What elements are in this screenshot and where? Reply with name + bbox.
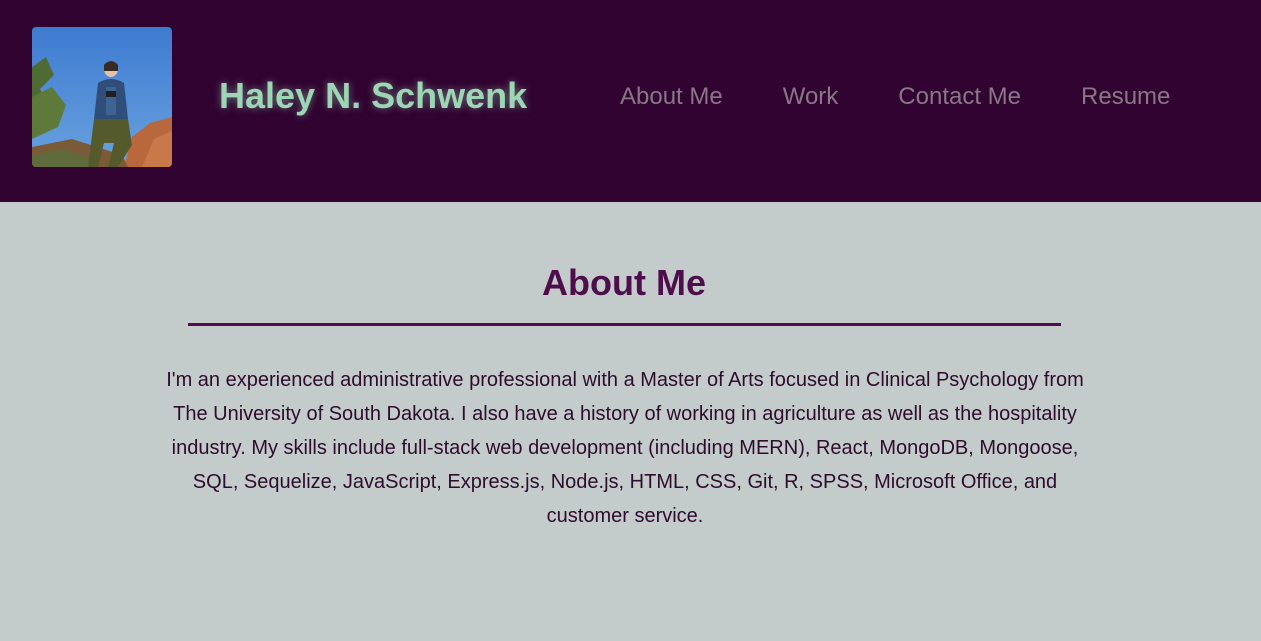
nav-link-contact-me[interactable]: Contact Me xyxy=(898,80,1021,114)
about-section: About Me I'm an experienced administrati… xyxy=(0,202,1261,641)
avatar xyxy=(32,27,172,167)
about-paragraph: I'm an experienced administrative profes… xyxy=(166,369,1084,527)
site-header: Haley N. Schwenk About Me Work Contact M… xyxy=(0,0,1261,202)
section-title: About Me xyxy=(542,262,706,303)
nav-link-about-me[interactable]: About Me xyxy=(620,80,723,114)
site-title: Haley N. Schwenk xyxy=(219,75,528,116)
main-nav: About Me Work Contact Me Resume xyxy=(620,80,1170,114)
section-divider xyxy=(188,323,1061,326)
profile-photo xyxy=(32,27,172,167)
nav-link-work[interactable]: Work xyxy=(783,80,839,114)
nav-link-resume[interactable]: Resume xyxy=(1081,80,1170,114)
